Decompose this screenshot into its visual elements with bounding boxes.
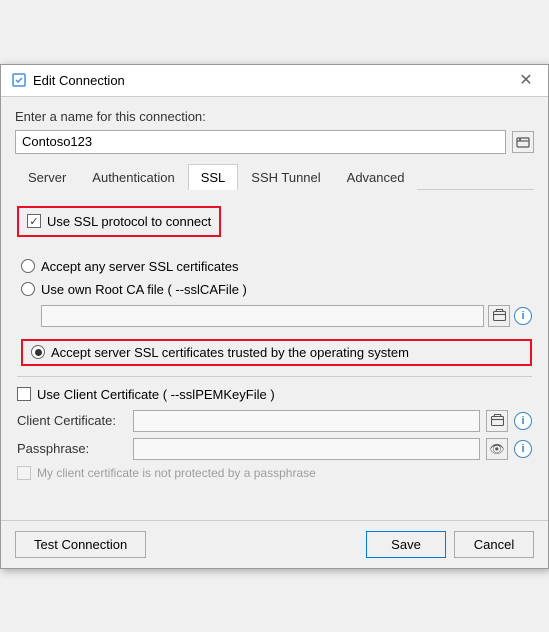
use-ssl-text: Use SSL protocol to connect	[47, 214, 211, 229]
passphrase-input[interactable]	[133, 438, 480, 460]
eye-icon: 👁	[489, 442, 504, 456]
ca-file-input[interactable]	[41, 305, 484, 327]
tabs-bar: Server Authentication SSL SSH Tunnel Adv…	[15, 164, 534, 190]
use-ssl-section: Use SSL protocol to connect	[17, 206, 532, 247]
passphrase-note-row: My client certificate is not protected b…	[17, 466, 532, 480]
client-cert-browse-button[interactable]	[486, 410, 508, 432]
radio-own-ca-input[interactable]	[21, 282, 35, 296]
passphrase-info-button[interactable]: i	[514, 440, 532, 458]
passphrase-note-checkbox-label[interactable]: My client certificate is not protected b…	[17, 466, 316, 480]
edit-connection-dialog: Edit Connection ✕ Enter a name for this …	[0, 64, 549, 569]
tab-ssh-tunnel[interactable]: SSH Tunnel	[238, 164, 333, 190]
dialog-body: Enter a name for this connection: Server…	[1, 97, 548, 500]
radio-trusted-os-input[interactable]	[31, 345, 45, 359]
passphrase-note-checkbox[interactable]	[17, 466, 31, 480]
cancel-button[interactable]: Cancel	[454, 531, 534, 558]
ca-file-info-button[interactable]: i	[514, 307, 532, 325]
tab-advanced[interactable]: Advanced	[334, 164, 418, 190]
passphrase-field-label: Passphrase:	[17, 441, 127, 456]
passphrase-row: Passphrase: 👁 i	[17, 438, 532, 460]
radio-trusted-os[interactable]: Accept server SSL certificates trusted b…	[31, 345, 409, 360]
connection-name-label: Enter a name for this connection:	[15, 109, 534, 124]
use-ssl-label[interactable]: Use SSL protocol to connect	[27, 214, 211, 229]
radio-any-cert-label: Accept any server SSL certificates	[41, 259, 239, 274]
client-cert-checkbox[interactable]	[17, 387, 31, 401]
trusted-os-box: Accept server SSL certificates trusted b…	[21, 339, 532, 366]
client-cert-text: Use Client Certificate ( --sslPEMKeyFile…	[37, 387, 275, 402]
tab-ssl[interactable]: SSL	[188, 164, 239, 190]
tab-server[interactable]: Server	[15, 164, 79, 190]
separator	[17, 376, 532, 377]
radio-any-cert[interactable]: Accept any server SSL certificates	[21, 259, 532, 274]
title-bar-left: Edit Connection	[11, 72, 125, 88]
ssl-tab-content: Use SSL protocol to connect Accept any s…	[15, 202, 534, 490]
client-cert-row: Client Certificate: i	[17, 410, 532, 432]
test-connection-button[interactable]: Test Connection	[15, 531, 146, 558]
dialog-icon	[11, 72, 27, 88]
client-cert-info-button[interactable]: i	[514, 412, 532, 430]
footer-right-buttons: Save Cancel	[366, 531, 534, 558]
tab-authentication[interactable]: Authentication	[79, 164, 187, 190]
ca-file-browse-button[interactable]	[488, 305, 510, 327]
connection-name-row	[15, 130, 534, 154]
radio-any-cert-input[interactable]	[21, 259, 35, 273]
use-ssl-checkbox[interactable]	[27, 214, 41, 228]
passphrase-eye-button[interactable]: 👁	[486, 438, 508, 460]
connection-name-input[interactable]	[15, 130, 506, 154]
client-cert-field-label: Client Certificate:	[17, 413, 127, 428]
ca-file-row: i	[21, 305, 532, 327]
use-ssl-box: Use SSL protocol to connect	[17, 206, 221, 237]
close-button[interactable]: ✕	[514, 68, 538, 92]
radio-own-ca[interactable]: Use own Root CA file ( --sslCAFile )	[21, 282, 532, 297]
client-cert-input[interactable]	[133, 410, 480, 432]
passphrase-note-text: My client certificate is not protected b…	[37, 466, 316, 480]
radio-trusted-os-label: Accept server SSL certificates trusted b…	[51, 345, 409, 360]
title-bar: Edit Connection ✕	[1, 65, 548, 97]
client-cert-section: Use Client Certificate ( --sslPEMKeyFile…	[17, 387, 532, 480]
save-button[interactable]: Save	[366, 531, 446, 558]
radio-own-ca-label: Use own Root CA file ( --sslCAFile )	[41, 282, 247, 297]
dialog-title: Edit Connection	[33, 73, 125, 88]
browse-connection-icon-button[interactable]	[512, 131, 534, 153]
dialog-footer: Test Connection Save Cancel	[1, 520, 548, 568]
ssl-radio-group: Accept any server SSL certificates Use o…	[17, 259, 532, 366]
client-cert-checkbox-label[interactable]: Use Client Certificate ( --sslPEMKeyFile…	[17, 387, 532, 402]
